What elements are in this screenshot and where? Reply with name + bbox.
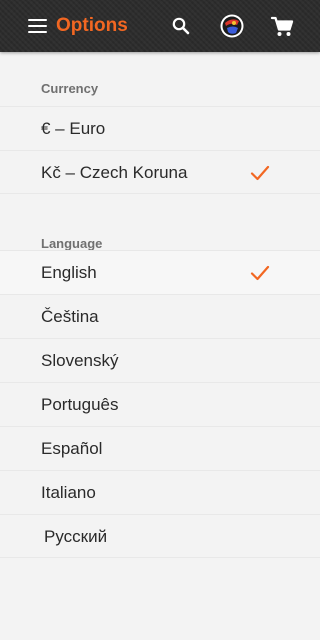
option-label: Čeština <box>41 307 99 326</box>
language-option-czech[interactable]: Čeština <box>0 294 320 338</box>
menu-icon-bar <box>28 25 47 27</box>
language-option-english[interactable]: English <box>0 250 320 294</box>
language-option-portuguese[interactable]: Português <box>0 382 320 426</box>
option-label: English <box>41 263 97 282</box>
cart-icon[interactable] <box>267 11 297 41</box>
option-label: Русский <box>44 527 108 546</box>
option-label: Português <box>41 395 119 414</box>
language-heading: Language <box>41 236 103 251</box>
checkmark-icon <box>250 165 270 181</box>
language-option-spanish[interactable]: Español <box>0 426 320 470</box>
currency-option-euro[interactable]: € – Euro <box>0 106 320 150</box>
search-icon[interactable] <box>166 11 196 41</box>
currency-heading: Currency <box>41 81 99 96</box>
avatar-icon[interactable] <box>217 11 247 41</box>
option-label: Español <box>41 439 103 458</box>
language-option-russian[interactable]: Русский <box>0 514 320 558</box>
page-title: Options <box>56 15 128 36</box>
option-label: Italiano <box>41 483 96 502</box>
options-list: Currency € – Euro Kč – Czech Koruna Lang… <box>0 52 320 558</box>
menu-icon[interactable] <box>28 18 48 34</box>
currency-option-czk[interactable]: Kč – Czech Koruna <box>0 150 320 194</box>
app-bar: Options <box>0 0 320 52</box>
menu-icon-bar <box>28 19 47 21</box>
option-label: Slovenský <box>41 351 119 370</box>
menu-icon-bar <box>28 31 47 33</box>
option-label: € – Euro <box>41 119 106 138</box>
language-option-italian[interactable]: Italiano <box>0 470 320 514</box>
language-option-slovak[interactable]: Slovenský <box>0 338 320 382</box>
checkmark-icon <box>250 265 270 281</box>
option-label: Kč – Czech Koruna <box>41 163 188 182</box>
